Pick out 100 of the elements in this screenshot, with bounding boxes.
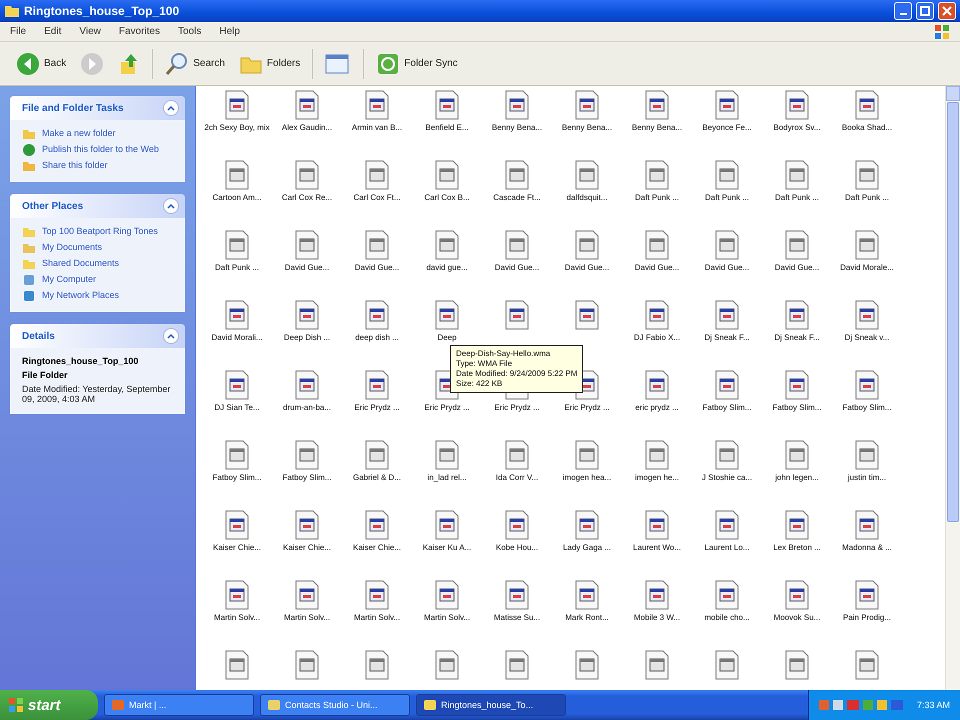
file-name[interactable]: Laurent Lo... <box>693 543 761 553</box>
file-name[interactable]: eric prydz ... <box>623 403 691 413</box>
file-name[interactable]: Deep <box>413 333 481 343</box>
file-name[interactable]: dalfdsquit... <box>553 193 621 203</box>
minimize-button[interactable] <box>894 2 912 20</box>
file-name[interactable]: Martin Solv... <box>413 613 481 623</box>
file-name[interactable]: deep dish ... <box>343 333 411 343</box>
file-name[interactable]: in_lad rel... <box>413 473 481 483</box>
file-name[interactable]: Kaiser Chie... <box>203 543 271 553</box>
file-name[interactable]: Fatboy Slim... <box>203 473 271 483</box>
file-name[interactable]: Daft Punk ... <box>623 193 691 203</box>
file-name[interactable]: Eric Prydz ... <box>343 403 411 413</box>
file-name[interactable]: Benny Bena... <box>623 123 691 133</box>
file-name[interactable]: DJ Fabio X... <box>623 333 691 343</box>
file-name[interactable]: Dj Sneak F... <box>693 333 761 343</box>
file-name[interactable]: Fatboy Slim... <box>693 403 761 413</box>
file-name[interactable]: Carl Cox B... <box>413 193 481 203</box>
file-name[interactable]: Deep Dish ... <box>273 333 341 343</box>
file-name[interactable]: David Gue... <box>763 263 831 273</box>
file-name[interactable]: john legen... <box>763 473 831 483</box>
file-name[interactable]: Armin van B... <box>343 123 411 133</box>
file-name[interactable]: Matisse Su... <box>483 613 551 623</box>
file-name[interactable]: Dj Sneak F... <box>763 333 831 343</box>
file-name[interactable]: Daft Punk ... <box>203 263 271 273</box>
task-link[interactable]: My Computer <box>22 274 175 286</box>
file-name[interactable]: justin tim... <box>833 473 901 483</box>
file-name[interactable]: Eric Prydz ... <box>413 403 481 413</box>
collapse-button[interactable] <box>163 100 179 116</box>
file-name[interactable]: Dj Sneak v... <box>833 333 901 343</box>
task-link[interactable]: Publish this folder to the Web <box>22 144 175 156</box>
file-name[interactable]: Alex Gaudin... <box>273 123 341 133</box>
file-name[interactable]: Fatboy Slim... <box>833 403 901 413</box>
search-button[interactable]: Search <box>163 50 227 78</box>
file-name[interactable]: Daft Punk ... <box>693 193 761 203</box>
file-name[interactable]: Carl Cox Re... <box>273 193 341 203</box>
close-button[interactable] <box>938 2 956 20</box>
back-button[interactable]: Back <box>14 50 68 78</box>
file-name[interactable]: Cascade Ft... <box>483 193 551 203</box>
file-name[interactable]: mobile cho... <box>693 613 761 623</box>
file-name[interactable]: Beyonce Fe... <box>693 123 761 133</box>
file-name[interactable]: drum-an-ba... <box>273 403 341 413</box>
task-link[interactable]: Make a new folder <box>22 128 175 140</box>
file-name[interactable]: imogen hea... <box>553 473 621 483</box>
file-name[interactable]: Mark Ront... <box>553 613 621 623</box>
file-name[interactable]: Kaiser Chie... <box>273 543 341 553</box>
file-name[interactable]: Benny Bena... <box>553 123 621 133</box>
file-name[interactable]: David Gue... <box>483 263 551 273</box>
file-name[interactable]: Kaiser Ku A... <box>413 543 481 553</box>
file-name[interactable]: Martin Solv... <box>203 613 271 623</box>
file-name[interactable]: DJ Sian Te... <box>203 403 271 413</box>
sync-button[interactable]: Folder Sync <box>374 50 460 78</box>
menu-item[interactable]: File <box>10 26 26 37</box>
file-name[interactable]: Bodyrox Sv... <box>763 123 831 133</box>
folders-button[interactable]: Folders <box>236 50 302 76</box>
taskbar-button[interactable]: Contacts Studio - Uni... <box>260 694 410 716</box>
file-name[interactable]: Carl Cox Ft... <box>343 193 411 203</box>
file-name[interactable]: Daft Punk ... <box>833 193 901 203</box>
file-name[interactable]: Kaiser Chie... <box>343 543 411 553</box>
menu-item[interactable]: Favorites <box>118 26 160 37</box>
file-name[interactable]: Daft Punk ... <box>763 193 831 203</box>
task-link[interactable]: Shared Documents <box>22 258 175 270</box>
file-name[interactable]: David Gue... <box>273 263 341 273</box>
file-name[interactable]: J Stoshie ca... <box>693 473 761 483</box>
task-link[interactable]: Top 100 Beatport Ring Tones <box>22 226 175 238</box>
collapse-button[interactable] <box>163 328 179 344</box>
menu-item[interactable]: Tools <box>178 26 202 37</box>
file-name[interactable]: David Gue... <box>693 263 761 273</box>
file-name[interactable]: Lady Gaga ... <box>553 543 621 553</box>
taskbar-button[interactable]: Ringtones_house_To... <box>416 694 566 716</box>
task-link[interactable]: My Documents <box>22 242 175 254</box>
file-name[interactable]: Eric Prydz ... <box>483 403 551 413</box>
scrollbar[interactable] <box>945 86 960 690</box>
file-name[interactable]: Moovok Su... <box>763 613 831 623</box>
file-name[interactable]: imogen he... <box>623 473 691 483</box>
file-name[interactable]: Kobe Hou... <box>483 543 551 553</box>
file-name[interactable]: Gabriel & D... <box>343 473 411 483</box>
file-name[interactable]: David Morali... <box>203 333 271 343</box>
file-name[interactable]: David Gue... <box>553 263 621 273</box>
file-name[interactable]: Ida Corr V... <box>483 473 551 483</box>
file-name[interactable]: Booka Shad... <box>833 123 901 133</box>
menu-item[interactable]: View <box>79 26 101 37</box>
file-name[interactable]: Martin Solv... <box>343 613 411 623</box>
file-name[interactable]: Eric Prydz ... <box>553 403 621 413</box>
file-name[interactable]: Fatboy Slim... <box>273 473 341 483</box>
file-name[interactable]: 2ch Sexy Boy, mix <box>203 123 271 133</box>
file-name[interactable]: Benfield E... <box>413 123 481 133</box>
file-name[interactable]: Madonna & ... <box>833 543 901 553</box>
task-link[interactable]: Share this folder <box>22 160 175 172</box>
file-name[interactable]: Cartoon Am... <box>203 193 271 203</box>
file-name[interactable]: Fatboy Slim... <box>763 403 831 413</box>
file-name[interactable]: Laurent Wo... <box>623 543 691 553</box>
taskbar-button[interactable]: Markt | ... <box>104 694 254 716</box>
file-name[interactable]: Pain Prodig... <box>833 613 901 623</box>
collapse-button[interactable] <box>163 198 179 214</box>
file-name[interactable]: Benny Bena... <box>483 123 551 133</box>
file-name[interactable]: Lex Breton ... <box>763 543 831 553</box>
file-name[interactable]: David Gue... <box>623 263 691 273</box>
file-name[interactable]: Mobile 3 W... <box>623 613 691 623</box>
menu-item[interactable]: Edit <box>44 26 62 37</box>
file-name[interactable]: Martin Solv... <box>273 613 341 623</box>
